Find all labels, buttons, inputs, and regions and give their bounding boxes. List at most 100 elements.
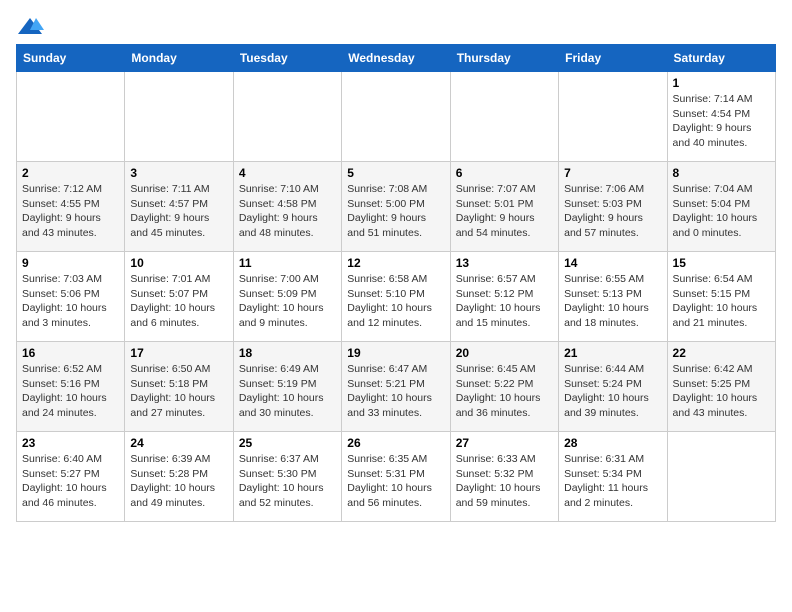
calendar-cell	[667, 432, 775, 522]
day-number: 27	[456, 436, 553, 450]
week-row-1: 1 Sunrise: 7:14 AM Sunset: 4:54 PM Daylig…	[17, 72, 776, 162]
calendar-cell: 23 Sunrise: 6:40 AM Sunset: 5:27 PM Dayli…	[17, 432, 125, 522]
calendar-cell: 24 Sunrise: 6:39 AM Sunset: 5:28 PM Dayli…	[125, 432, 233, 522]
calendar-cell	[233, 72, 341, 162]
day-info: Sunrise: 7:10 AM Sunset: 4:58 PM Dayligh…	[239, 182, 336, 241]
calendar-cell	[125, 72, 233, 162]
calendar-cell: 3 Sunrise: 7:11 AM Sunset: 4:57 PM Daylig…	[125, 162, 233, 252]
day-info: Sunrise: 6:31 AM Sunset: 5:34 PM Dayligh…	[564, 452, 661, 511]
day-info: Sunrise: 7:04 AM Sunset: 5:04 PM Dayligh…	[673, 182, 770, 241]
day-number: 17	[130, 346, 227, 360]
calendar-cell: 14 Sunrise: 6:55 AM Sunset: 5:13 PM Dayli…	[559, 252, 667, 342]
calendar-cell: 13 Sunrise: 6:57 AM Sunset: 5:12 PM Dayli…	[450, 252, 558, 342]
calendar-cell: 17 Sunrise: 6:50 AM Sunset: 5:18 PM Dayli…	[125, 342, 233, 432]
calendar-cell: 6 Sunrise: 7:07 AM Sunset: 5:01 PM Daylig…	[450, 162, 558, 252]
calendar-cell: 5 Sunrise: 7:08 AM Sunset: 5:00 PM Daylig…	[342, 162, 450, 252]
day-info: Sunrise: 6:57 AM Sunset: 5:12 PM Dayligh…	[456, 272, 553, 331]
day-number: 16	[22, 346, 119, 360]
header-day-tuesday: Tuesday	[233, 45, 341, 72]
day-info: Sunrise: 6:58 AM Sunset: 5:10 PM Dayligh…	[347, 272, 444, 331]
day-number: 22	[673, 346, 770, 360]
calendar-cell: 4 Sunrise: 7:10 AM Sunset: 4:58 PM Daylig…	[233, 162, 341, 252]
calendar-cell: 18 Sunrise: 6:49 AM Sunset: 5:19 PM Dayli…	[233, 342, 341, 432]
calendar-cell: 12Sunrise: 6:58 AM Sunset: 5:10 PM Dayli…	[342, 252, 450, 342]
calendar-cell: 8Sunrise: 7:04 AM Sunset: 5:04 PM Daylig…	[667, 162, 775, 252]
calendar-cell	[450, 72, 558, 162]
day-info: Sunrise: 7:07 AM Sunset: 5:01 PM Dayligh…	[456, 182, 553, 241]
calendar-cell: 27 Sunrise: 6:33 AM Sunset: 5:32 PM Dayli…	[450, 432, 558, 522]
calendar-cell: 11 Sunrise: 7:00 AM Sunset: 5:09 PM Dayli…	[233, 252, 341, 342]
calendar-cell: 22 Sunrise: 6:42 AM Sunset: 5:25 PM Dayli…	[667, 342, 775, 432]
day-info: Sunrise: 6:39 AM Sunset: 5:28 PM Dayligh…	[130, 452, 227, 511]
calendar-cell	[17, 72, 125, 162]
day-info: Sunrise: 6:49 AM Sunset: 5:19 PM Dayligh…	[239, 362, 336, 421]
day-info: Sunrise: 6:37 AM Sunset: 5:30 PM Dayligh…	[239, 452, 336, 511]
calendar: SundayMondayTuesdayWednesdayThursdayFrid…	[16, 44, 776, 522]
calendar-cell: 10 Sunrise: 7:01 AM Sunset: 5:07 PM Dayli…	[125, 252, 233, 342]
day-info: Sunrise: 7:00 AM Sunset: 5:09 PM Dayligh…	[239, 272, 336, 331]
calendar-cell: 15 Sunrise: 6:54 AM Sunset: 5:15 PM Dayli…	[667, 252, 775, 342]
day-number: 6	[456, 166, 553, 180]
day-info: Sunrise: 6:50 AM Sunset: 5:18 PM Dayligh…	[130, 362, 227, 421]
day-number: 21	[564, 346, 661, 360]
day-number: 28	[564, 436, 661, 450]
logo-icon	[16, 16, 44, 38]
day-number: 14	[564, 256, 661, 270]
day-info: Sunrise: 6:40 AM Sunset: 5:27 PM Dayligh…	[22, 452, 119, 511]
calendar-cell: 19Sunrise: 6:47 AM Sunset: 5:21 PM Dayli…	[342, 342, 450, 432]
week-row-4: 16 Sunrise: 6:52 AM Sunset: 5:16 PM Dayli…	[17, 342, 776, 432]
day-info: Sunrise: 7:01 AM Sunset: 5:07 PM Dayligh…	[130, 272, 227, 331]
day-number: 23	[22, 436, 119, 450]
calendar-cell: 26Sunrise: 6:35 AM Sunset: 5:31 PM Dayli…	[342, 432, 450, 522]
calendar-cell	[559, 72, 667, 162]
header-day-saturday: Saturday	[667, 45, 775, 72]
day-number: 15	[673, 256, 770, 270]
calendar-cell: 16 Sunrise: 6:52 AM Sunset: 5:16 PM Dayli…	[17, 342, 125, 432]
header-day-monday: Monday	[125, 45, 233, 72]
day-info: Sunrise: 6:54 AM Sunset: 5:15 PM Dayligh…	[673, 272, 770, 331]
day-info: Sunrise: 6:55 AM Sunset: 5:13 PM Dayligh…	[564, 272, 661, 331]
week-row-3: 9 Sunrise: 7:03 AM Sunset: 5:06 PM Daylig…	[17, 252, 776, 342]
day-info: Sunrise: 6:47 AM Sunset: 5:21 PM Dayligh…	[347, 362, 444, 421]
calendar-header: SundayMondayTuesdayWednesdayThursdayFrid…	[17, 45, 776, 72]
day-info: Sunrise: 6:45 AM Sunset: 5:22 PM Dayligh…	[456, 362, 553, 421]
day-number: 1	[673, 76, 770, 90]
day-info: Sunrise: 7:08 AM Sunset: 5:00 PM Dayligh…	[347, 182, 444, 241]
calendar-cell: 2 Sunrise: 7:12 AM Sunset: 4:55 PM Daylig…	[17, 162, 125, 252]
day-number: 25	[239, 436, 336, 450]
day-info: Sunrise: 6:33 AM Sunset: 5:32 PM Dayligh…	[456, 452, 553, 511]
day-number: 10	[130, 256, 227, 270]
calendar-cell: 9 Sunrise: 7:03 AM Sunset: 5:06 PM Daylig…	[17, 252, 125, 342]
day-info: Sunrise: 7:14 AM Sunset: 4:54 PM Dayligh…	[673, 92, 770, 151]
week-row-5: 23 Sunrise: 6:40 AM Sunset: 5:27 PM Dayli…	[17, 432, 776, 522]
calendar-body: 1 Sunrise: 7:14 AM Sunset: 4:54 PM Daylig…	[17, 72, 776, 522]
day-info: Sunrise: 7:11 AM Sunset: 4:57 PM Dayligh…	[130, 182, 227, 241]
header-day-friday: Friday	[559, 45, 667, 72]
header-day-thursday: Thursday	[450, 45, 558, 72]
day-number: 13	[456, 256, 553, 270]
day-info: Sunrise: 7:03 AM Sunset: 5:06 PM Dayligh…	[22, 272, 119, 331]
day-number: 18	[239, 346, 336, 360]
day-number: 24	[130, 436, 227, 450]
day-number: 3	[130, 166, 227, 180]
day-info: Sunrise: 7:12 AM Sunset: 4:55 PM Dayligh…	[22, 182, 119, 241]
header	[16, 16, 776, 38]
day-info: Sunrise: 6:42 AM Sunset: 5:25 PM Dayligh…	[673, 362, 770, 421]
day-info: Sunrise: 7:06 AM Sunset: 5:03 PM Dayligh…	[564, 182, 661, 241]
day-number: 9	[22, 256, 119, 270]
header-day-sunday: Sunday	[17, 45, 125, 72]
day-info: Sunrise: 6:52 AM Sunset: 5:16 PM Dayligh…	[22, 362, 119, 421]
day-number: 11	[239, 256, 336, 270]
day-number: 26	[347, 436, 444, 450]
calendar-cell: 25 Sunrise: 6:37 AM Sunset: 5:30 PM Dayli…	[233, 432, 341, 522]
day-number: 4	[239, 166, 336, 180]
week-row-2: 2 Sunrise: 7:12 AM Sunset: 4:55 PM Daylig…	[17, 162, 776, 252]
day-number: 2	[22, 166, 119, 180]
day-number: 7	[564, 166, 661, 180]
calendar-cell: 20Sunrise: 6:45 AM Sunset: 5:22 PM Dayli…	[450, 342, 558, 432]
header-day-wednesday: Wednesday	[342, 45, 450, 72]
calendar-cell: 7 Sunrise: 7:06 AM Sunset: 5:03 PM Daylig…	[559, 162, 667, 252]
day-number: 5	[347, 166, 444, 180]
calendar-cell: 28 Sunrise: 6:31 AM Sunset: 5:34 PM Dayli…	[559, 432, 667, 522]
calendar-cell: 21Sunrise: 6:44 AM Sunset: 5:24 PM Dayli…	[559, 342, 667, 432]
